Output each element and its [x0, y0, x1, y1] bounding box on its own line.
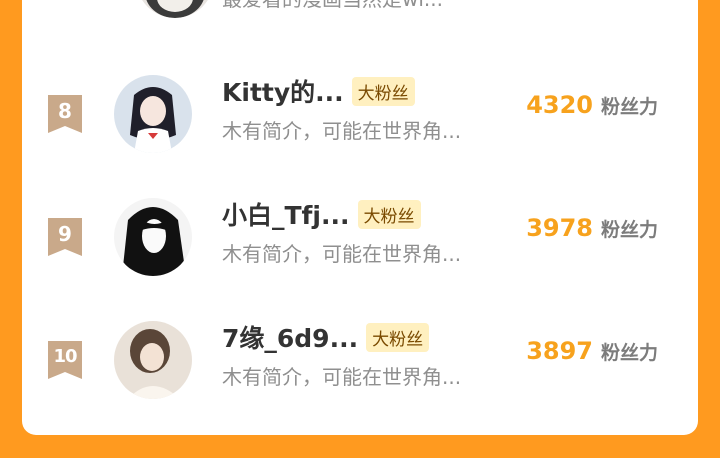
fan-power-unit: 粉丝力 — [600, 342, 658, 364]
fan-power: 3897 粉丝力 — [526, 337, 658, 365]
user-name[interactable]: Kitty的... — [222, 73, 344, 109]
user-description: 木有简介，可能在世界角... — [222, 119, 462, 143]
user-description: 木有简介，可能在世界角... — [222, 242, 462, 266]
rank-number: 9 — [58, 222, 72, 246]
fan-level-badge: 大粉丝 — [351, 76, 415, 106]
fan-power-unit: 粉丝力 — [600, 219, 658, 241]
fan-power: 3978 粉丝力 — [526, 214, 658, 242]
fan-power: 4320 粉丝力 — [526, 91, 658, 119]
ranking-card: 最爱看的漫画当然是wi... 8 Kitty的... 大粉丝 木有简介，可能在世… — [22, 0, 698, 435]
fan-level-badge: 大粉丝 — [357, 199, 421, 229]
fan-power-value: 4320 — [526, 91, 593, 119]
user-description: 最爱看的漫画当然是wi... — [222, 0, 443, 10]
rank-number: 10 — [53, 346, 77, 367]
fan-power-unit: 粉丝力 — [600, 96, 658, 118]
user-name[interactable]: 小白_Tfj... — [222, 196, 350, 232]
list-item[interactable]: 9 小白_Tfj... 大粉丝 木有简介，可能在世界角... 3978 粉丝力 — [22, 188, 698, 298]
avatar[interactable] — [136, 0, 214, 18]
fan-power-value: 3978 — [526, 214, 593, 242]
rank-badge: 9 — [48, 218, 82, 256]
list-item[interactable]: 8 Kitty的... 大粉丝 木有简介，可能在世界角... 4320 粉丝力 — [22, 65, 698, 175]
fan-level-badge: 大粉丝 — [366, 322, 430, 352]
rank-badge: 8 — [48, 95, 82, 133]
avatar[interactable] — [114, 75, 192, 153]
rank-number: 8 — [58, 99, 72, 123]
user-description: 木有简介，可能在世界角... — [222, 365, 462, 389]
rank-badge: 10 — [48, 341, 82, 379]
avatar[interactable] — [114, 198, 192, 276]
avatar[interactable] — [114, 321, 192, 399]
fan-power-value: 3897 — [526, 337, 593, 365]
list-item[interactable]: 10 7缘_6d9... 大粉丝 木有简介，可能在世界角... 3897 粉丝力 — [22, 311, 698, 421]
user-name[interactable]: 7缘_6d9... — [222, 319, 358, 355]
